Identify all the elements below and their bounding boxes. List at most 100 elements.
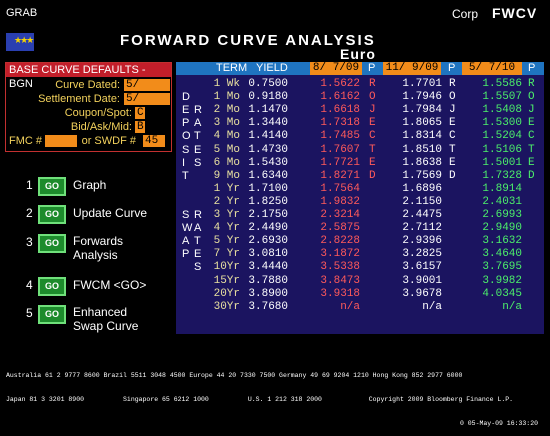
forward-1-cell: 1.8271 (320, 169, 360, 182)
settlement-date-field[interactable]: 5/ 7/09 (124, 93, 170, 117)
enhanced-swap-curve-menu-item[interactable]: Enhanced (73, 305, 127, 319)
forward-2-cell: 1.8638 (402, 156, 442, 169)
term-column-header: TERM (216, 62, 248, 74)
code-2-cell: D (449, 169, 456, 182)
menu-number-1: 1 (26, 178, 33, 192)
table-row: 4 Yr 2.4490 2.5875 2.7112 2.9490 (176, 222, 544, 235)
forward-date-1[interactable]: 8/ 7/09 (310, 62, 362, 75)
code-2-cell: J (449, 104, 456, 117)
code-2-cell: C (449, 130, 456, 143)
yield-cell: 1.8250 (248, 195, 288, 208)
enhanced-swap-curve-go-button[interactable]: GO (38, 305, 66, 324)
forward-3-cell: 1.7328 (482, 169, 522, 182)
code-1-cell: E (369, 156, 376, 169)
table-row: 3 Mo 1.3440 1.7318 E 1.8065 E 1.5300 E (176, 117, 544, 130)
table-row: 2 Mo 1.1470 1.6618 J 1.7984 J 1.5408 J (176, 104, 544, 117)
term-cell: 4 Yr (213, 222, 240, 235)
price-flag-header-1: P (368, 62, 376, 74)
yield-cell: 3.7680 (248, 300, 288, 313)
term-cell: 4 Mo (213, 130, 240, 143)
term-cell: 15Yr (213, 274, 240, 287)
code-2-cell: E (449, 117, 456, 130)
forward-date-3[interactable]: 5/ 7/10 (462, 62, 522, 75)
forwards-analysis-menu-item[interactable]: Forwards (73, 234, 123, 248)
footer-phones: Australia 61 2 9777 8600 Brazil 5511 304… (6, 372, 463, 379)
forward-2-cell: 1.7946 (402, 91, 442, 104)
table-row: 1 Mo 0.9180 1.6162 O 1.7946 O 1.5507 O (176, 91, 544, 104)
footer-timestamp: 0 05-May-09 16:33:20 (459, 420, 538, 427)
table-row: 1 Yr 1.7100 1.7564 1.6896 1.8914 (176, 183, 544, 196)
forward-1-cell: 1.6618 (320, 104, 360, 117)
forward-3-cell: 3.1632 (482, 235, 522, 248)
table-row: 2 Yr 1.8250 1.9832 2.1150 2.4031 (176, 196, 544, 209)
code-3-cell: J (528, 104, 535, 117)
yield-cell: 3.8900 (248, 287, 288, 300)
forward-2-cell: 2.4475 (402, 209, 442, 221)
update-curve-menu-item[interactable]: Update Curve (73, 206, 147, 220)
forward-3-cell: 1.5300 (482, 117, 522, 130)
forward-1-cell: 1.7564 (320, 182, 360, 195)
update-curve-go-button[interactable]: GO (38, 205, 66, 224)
bid-ask-mid-field[interactable]: B (135, 121, 145, 133)
forward-3-cell: 1.5106 (482, 143, 522, 156)
forward-date-2[interactable]: 11/ 9/09 (383, 62, 441, 75)
graph-menu-item[interactable]: Graph (73, 178, 106, 192)
fwcm-menu-item[interactable]: FWCM <GO> (73, 278, 146, 292)
forward-1-cell: 1.7318 (320, 117, 360, 130)
yield-cell: 0.7500 (248, 78, 288, 90)
forward-3-cell: 3.7695 (482, 261, 522, 274)
term-cell: 5 Yr (213, 235, 240, 248)
yield-cell: 0.9180 (248, 91, 288, 104)
code-1-cell: D (369, 169, 376, 182)
yield-cell: 3.0810 (248, 248, 288, 261)
forward-1-cell: 1.6162 (320, 91, 360, 104)
term-cell: 1 Mo (213, 91, 240, 104)
code-3-cell: R (528, 78, 535, 90)
function-code: FWCV (492, 5, 538, 21)
table-row: 5 Mo 1.4730 1.7607 T 1.8510 T 1.5106 T (176, 144, 544, 157)
code-3-cell: T (528, 143, 535, 156)
forward-3-cell: 2.9490 (482, 222, 522, 235)
bid-ask-mid-label: Bid/Ask/Mid: (70, 121, 132, 133)
menu-number-4: 4 (26, 278, 33, 292)
forward-2-cell: 2.9396 (402, 235, 442, 248)
forward-3-cell: 4.0345 (482, 287, 522, 300)
forward-3-cell: 1.5001 (482, 156, 522, 169)
code-1-cell: O (369, 91, 376, 104)
forward-1-cell: 3.9318 (320, 287, 360, 300)
yield-cell: 2.6930 (248, 235, 288, 248)
coupon-spot-field[interactable]: C (135, 107, 145, 119)
table-row: 3 Yr 2.1750 2.3214 2.4475 2.6993 (176, 209, 544, 222)
code-1-cell: C (369, 130, 376, 143)
graph-go-button[interactable]: GO (38, 177, 66, 196)
forwards-analysis-menu-item-line2[interactable]: Analysis (73, 248, 118, 262)
enhanced-swap-curve-menu-item-line2[interactable]: Swap Curve (73, 319, 138, 333)
term-cell: 9 Mo (213, 169, 240, 182)
term-cell: 10Yr (213, 261, 240, 274)
term-cell: 1 Yr (213, 182, 240, 195)
code-2-cell: O (449, 91, 456, 104)
swdf-label: or SWDF # (81, 135, 136, 147)
code-2-cell: T (449, 143, 456, 156)
swdf-field[interactable]: 45 (143, 135, 165, 147)
forward-2-cell: 3.9678 (402, 287, 442, 300)
forward-curve-table: TERM YIELD 8/ 7/09 P 11/ 9/09 P 5/ 7/10 … (176, 62, 544, 334)
forward-1-cell: 2.8228 (320, 235, 360, 248)
curve-dated-field[interactable]: 5/ 5/09 (124, 79, 170, 103)
table-row: 15Yr 3.7880 3.8473 3.9001 3.9982 (176, 275, 544, 288)
table-row: 7 Yr 3.0810 3.1872 3.2825 3.4640 (176, 248, 544, 261)
term-cell: 3 Yr (213, 209, 240, 221)
forward-1-cell: 1.9832 (320, 195, 360, 208)
settlement-date-label: Settlement Date: (38, 93, 120, 105)
price-flag-header-3: P (528, 62, 536, 74)
fmc-field[interactable] (45, 135, 77, 147)
forward-2-cell: 1.6896 (402, 182, 442, 195)
forward-2-cell: 2.1150 (402, 195, 442, 208)
forward-3-cell: 3.9982 (482, 274, 522, 287)
forward-1-cell: 3.5338 (320, 261, 360, 274)
term-cell: 2 Yr (213, 195, 240, 208)
fwcm-go-button[interactable]: GO (38, 277, 66, 296)
forwards-analysis-go-button[interactable]: GO (38, 234, 66, 253)
eu-flag-icon: ★★★ (6, 33, 34, 51)
forward-2-cell: 1.8314 (402, 130, 442, 143)
